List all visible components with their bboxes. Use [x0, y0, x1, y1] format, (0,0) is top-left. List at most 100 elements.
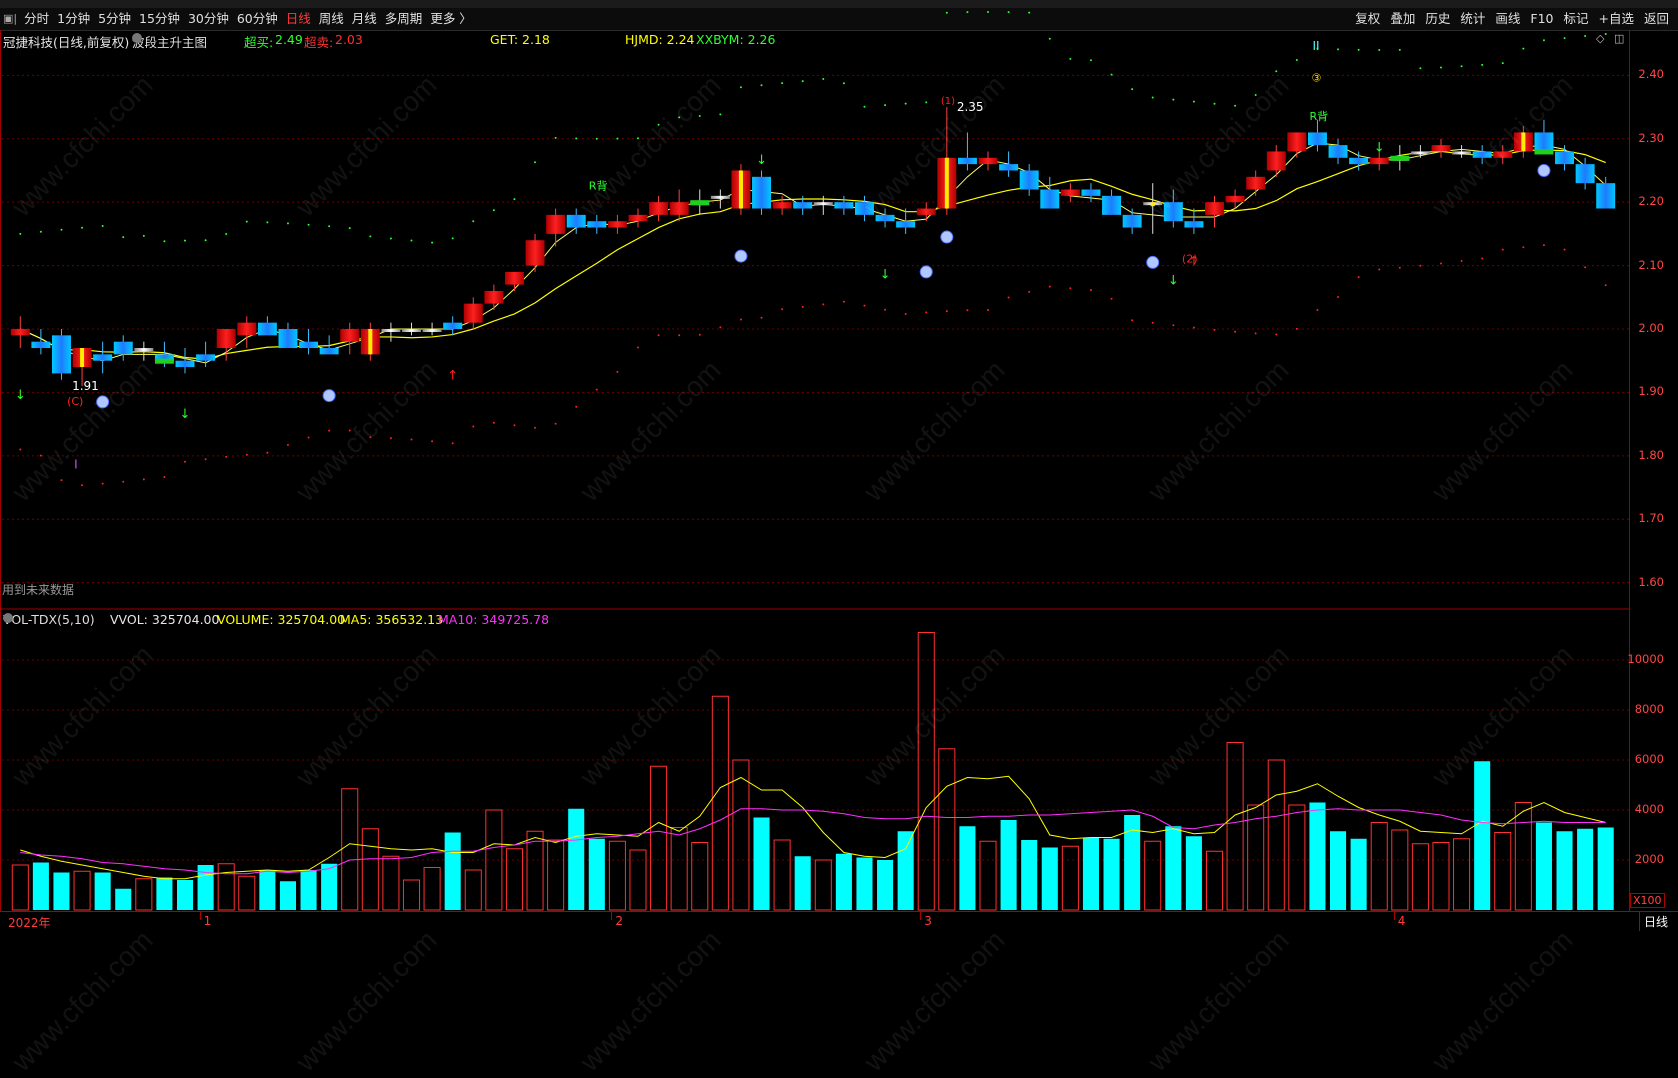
price-tick-label: 1.70: [1638, 511, 1664, 526]
upper-band-dot: [966, 11, 969, 14]
volume-bar: [1514, 802, 1532, 911]
candle-body: [1349, 157, 1369, 165]
candle-body: [628, 214, 648, 222]
lower-band-dot: [575, 405, 578, 408]
volume-bar: [670, 827, 688, 911]
indicator-name[interactable]: 波段主升主图: [132, 32, 207, 51]
candle-body: [1287, 132, 1307, 152]
volume-indicator[interactable]: VOL-TDX(5,10): [3, 612, 95, 627]
lower-band-dot: [163, 475, 166, 478]
lower-band-dot: [122, 480, 125, 483]
warning-face-icon: [322, 389, 336, 403]
annotation-r_back: R背: [589, 179, 608, 193]
indicator-settings-icon[interactable]: [132, 33, 142, 43]
volume-bar: [217, 863, 235, 911]
lower-band-dot: [1378, 268, 1381, 271]
upper-band-dot: [451, 237, 454, 240]
upper-band-dot: [1172, 98, 1175, 101]
lower-band-dot: [410, 438, 413, 441]
candle-body: [134, 348, 154, 352]
upper-band-dot: [472, 220, 475, 223]
volume-bar: [1226, 742, 1244, 911]
lower-band-dot: [1110, 297, 1113, 300]
volume-bar: [1474, 761, 1491, 910]
lower-band-dot: [1604, 284, 1607, 287]
lower-band-dot: [184, 460, 187, 463]
volume-bar: [135, 878, 153, 911]
warning-face-icon: [96, 395, 110, 409]
overbought-value: 2.49: [275, 32, 303, 47]
upper-band-dot: [1089, 59, 1092, 62]
candle-body: [422, 329, 442, 332]
upper-band-dot: [1213, 102, 1216, 105]
candle-body: [793, 202, 813, 209]
lower-band-dot: [513, 424, 516, 427]
sell-arrow-icon: ↓: [1168, 274, 1179, 289]
candle-body: [607, 221, 627, 228]
watermark-text: www.cfchi.com: [5, 924, 159, 1078]
volume-bar: [1494, 832, 1512, 911]
candle-body: [1122, 214, 1142, 228]
month-divider: [611, 912, 613, 920]
diamond-icon[interactable]: ◇: [1596, 32, 1604, 45]
lower-band-dot: [1089, 289, 1092, 292]
upper-band-dot: [575, 137, 578, 140]
candle-body: [566, 214, 586, 228]
lower-band-dot: [1481, 257, 1484, 260]
window-icon[interactable]: ◫: [1614, 32, 1624, 45]
candle-body: [772, 202, 792, 209]
volume-settings-icon[interactable]: [3, 613, 13, 623]
upper-band-dot: [122, 236, 125, 239]
candle-body: [10, 329, 30, 336]
candle-body: [319, 348, 339, 355]
candle-body: [504, 271, 524, 285]
volume-indicator-name: VOL-TDX(5,10): [3, 612, 95, 627]
lower-band-dot: [987, 308, 990, 311]
volume-bar: [300, 870, 317, 910]
volume-bar: [732, 759, 750, 911]
main-chart-header: 冠捷科技(日线,前复权) 波段主升主图 超买: 2.49 超卖: 2.03 GE…: [0, 31, 1630, 51]
lower-band-dot: [884, 308, 887, 311]
volume-bar: [11, 864, 29, 911]
volume-bar: [1330, 831, 1347, 910]
chart-canvas[interactable]: ↓↓↑↓↓ ↓↑↓1.912.35R背R背III③(1)(2)(C): [0, 0, 1678, 931]
upper-band-dot: [81, 226, 84, 229]
volume-bar: [711, 695, 729, 911]
candle-body: [957, 157, 977, 165]
candle-body: [381, 329, 401, 332]
lower-band-dot: [19, 448, 22, 451]
candle-body: [1019, 170, 1039, 190]
upper-band-dot: [245, 220, 248, 223]
volume-bar: [897, 831, 914, 910]
lower-band-dot: [492, 421, 495, 424]
upper-band-dot: [1501, 62, 1504, 65]
volume-value: VOLUME: 325704.00: [217, 612, 346, 627]
volume-bar: [341, 788, 359, 911]
lower-band-dot: [822, 303, 825, 306]
lower-band-dot: [1522, 246, 1525, 249]
lower-band-dot: [1131, 319, 1134, 322]
annotation-r_back: R背: [1309, 109, 1328, 123]
candle-body: [1555, 151, 1574, 165]
green-signal-box: [1534, 149, 1554, 155]
signal-candle-marker: [944, 157, 949, 209]
price-tick-label: 2.20: [1638, 194, 1664, 209]
annotation-circle_3: ③: [1311, 72, 1321, 85]
volume-bar: [1041, 847, 1058, 910]
get-value: GET: 2.18: [490, 32, 550, 47]
period-tag[interactable]: 日线: [1638, 912, 1672, 931]
volume-header: VOL-TDX(5,10) VVOL: 325704.00 VOLUME: 32…: [0, 611, 1630, 629]
candle-body: [463, 303, 483, 323]
month-label: 1: [203, 914, 212, 928]
volume-bar: [444, 832, 461, 910]
lower-band-dot: [389, 437, 392, 440]
volume-bar: [73, 870, 91, 911]
candle-body: [196, 354, 216, 361]
upper-band-dot: [328, 225, 331, 228]
volume-bar: [53, 872, 70, 910]
month-divider: [1393, 912, 1395, 920]
candle-body: [1040, 189, 1060, 209]
volume-bar: [1597, 827, 1614, 910]
green-signal-box: [154, 358, 174, 364]
lower-band-dot: [842, 300, 845, 303]
